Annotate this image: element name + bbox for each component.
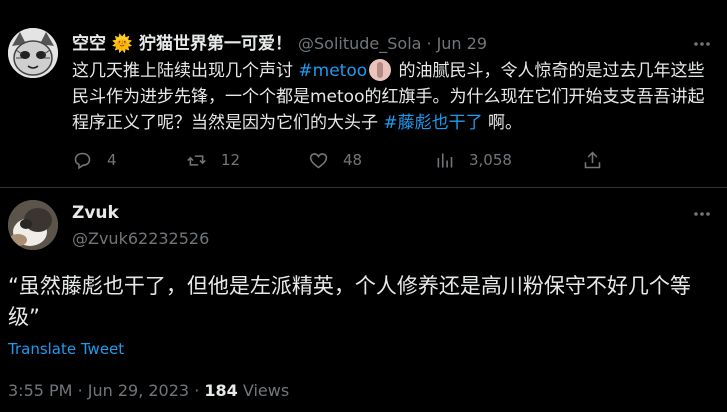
like-icon (309, 152, 328, 168)
retweet-button[interactable]: 12 (186, 146, 240, 174)
tweet-text-part: 啊。 (482, 113, 523, 133)
tweet-text: 这几天推上陆续出现几个声讨 #metoo 的油腻民斗，令人惊奇的是过去几年这些民… (72, 58, 720, 136)
share-button[interactable] (582, 146, 603, 174)
reply-button[interactable]: 4 (72, 146, 117, 174)
retweet-icon (187, 154, 206, 166)
share-icon (584, 151, 601, 168)
views-button[interactable]: 3,058 (434, 146, 512, 174)
views-label: Views (242, 381, 290, 400)
tweet-header: 空空 🌞 狞猫世界第一可爱！ @Solitude_Sola · Jun 29 (72, 29, 687, 54)
cat-photo-avatar-icon (8, 200, 58, 250)
like-count: 48 (343, 151, 363, 169)
action-bar: 4 12 48 3,058 (72, 146, 612, 174)
reply-icon (74, 152, 91, 169)
tweet-date[interactable]: Jun 29, 2023 (88, 381, 189, 400)
views-icon (437, 153, 453, 167)
user-handle[interactable]: @Zvuk62232526 (72, 229, 209, 248)
tweet-time[interactable]: 3:55 PM (8, 381, 72, 400)
separator: · (426, 34, 432, 53)
more-options-icon[interactable] (691, 204, 713, 224)
views-count: 3,058 (469, 151, 512, 169)
parent-tweet[interactable]: 空空 🌞 狞猫世界第一可爱！ @Solitude_Sola · Jun 29 这… (0, 0, 727, 188)
tweet-text-part: 这几天推上陆续出现几个声讨 (72, 61, 299, 81)
tweet-date[interactable]: Jun 29 (437, 34, 487, 53)
pill-emoji-icon (369, 59, 392, 81)
hashtag-link[interactable]: #藤彪也干了 (383, 113, 482, 133)
user-handle[interactable]: @Solitude_Sola (298, 34, 421, 53)
like-button[interactable]: 48 (308, 146, 362, 174)
separator: · (77, 381, 83, 400)
avatar[interactable] (8, 200, 58, 250)
tweet-text: “虽然藤彪也干了，但他是左派精英，个人修养还是高川粉保守不好几个等级” (8, 274, 691, 329)
retweet-count: 12 (221, 151, 241, 169)
separator: · (194, 381, 200, 400)
views-count: 184 (204, 381, 238, 400)
tweet-header: Zvuk (72, 203, 119, 223)
translate-tweet-link[interactable]: Translate Tweet (8, 340, 124, 358)
cat-avatar-icon (8, 28, 58, 78)
avatar[interactable] (8, 28, 58, 78)
display-name[interactable]: Zvuk (72, 203, 119, 223)
display-name[interactable]: 空空 🌞 狞猫世界第一可爱！ (72, 29, 292, 54)
hashtag-link[interactable]: #metoo (298, 61, 367, 81)
more-options-icon[interactable] (691, 34, 713, 54)
tweet-metadata: 3:55 PM · Jun 29, 2023 · 184 Views (8, 381, 289, 400)
reply-count: 4 (107, 151, 117, 169)
